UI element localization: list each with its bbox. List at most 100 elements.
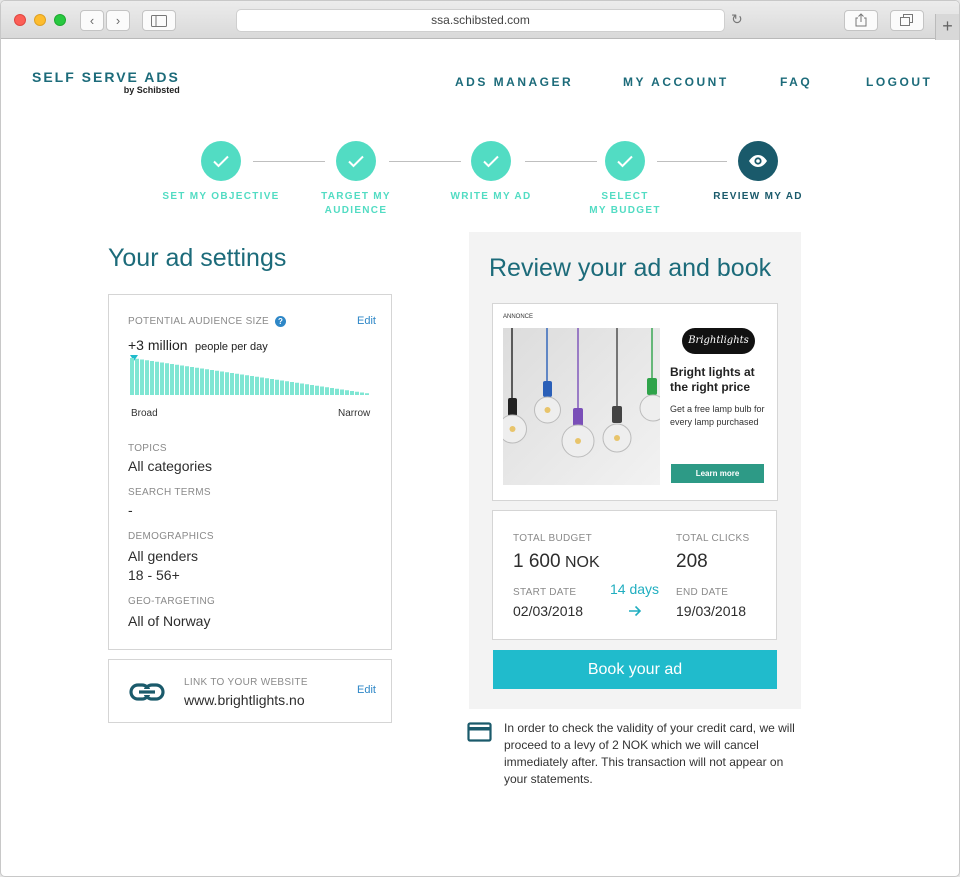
geo-targeting-value: All of Norway [128,613,211,629]
audience-bar [345,390,349,395]
step-4-button[interactable] [605,141,645,181]
audience-bar [280,380,284,395]
review-title: Review your ad and book [489,254,772,282]
start-date-label: START DATE [513,587,577,598]
zoom-window-button[interactable] [54,14,66,26]
close-window-button[interactable] [14,14,26,26]
audience-bar [220,371,224,395]
edit-website-link[interactable]: Edit [357,684,376,696]
audience-size-graph [130,355,369,395]
audience-bar [285,381,289,395]
address-bar[interactable]: ssa.schibsted.com [236,9,725,32]
brand-name: SELF SERVE ADS [32,69,180,85]
audience-bar [250,376,254,395]
audience-bar [190,367,194,395]
audience-bars [130,358,369,395]
link-icon [129,683,165,701]
nav-ads-manager[interactable]: ADS MANAGER [455,75,573,89]
check-icon [483,155,499,168]
website-link-value[interactable]: www.brightlights.no [184,692,305,708]
total-budget-label: TOTAL BUDGET [513,533,592,544]
step-5-button[interactable] [738,141,778,181]
audience-bar [160,362,164,395]
geo-targeting-label: GEO-TARGETING [128,596,216,607]
audience-bar [215,370,219,395]
step-3-button[interactable] [471,141,511,181]
tabs-overview-button[interactable] [890,10,924,31]
audience-bar [260,377,264,395]
ad-preview: ANNONCE Brightlights Bright lights at th… [492,303,778,501]
audience-bar [310,385,314,395]
nav-my-account[interactable]: MY ACCOUNT [623,75,729,89]
share-button[interactable] [844,10,878,31]
narrow-label: Narrow [338,408,371,419]
forward-button[interactable]: › [106,10,130,31]
audience-bar [265,378,269,395]
edit-audience-link[interactable]: Edit [357,315,376,327]
nav-logout[interactable]: LOGOUT [866,75,932,89]
chevron-right-icon: › [115,13,121,28]
settings-title: Your ad settings [108,244,287,272]
sidebar-toggle-button[interactable] [142,10,176,31]
step-5-label: REVIEW MY AD [713,191,803,202]
new-tab-button[interactable]: + [935,14,959,40]
audience-bar [145,360,149,395]
audience-bar [330,388,334,395]
audience-bar [270,379,274,395]
audience-bar [320,386,324,395]
audience-bar [175,364,179,395]
end-date-label: END DATE [676,587,729,598]
book-ad-button[interactable]: Book your ad [493,650,777,689]
audience-bar [185,366,189,395]
audience-bar [295,382,299,395]
audience-bar [305,384,309,395]
audience-bar [165,363,169,395]
step-1-label: SET MY OBJECTIVE [162,191,280,202]
nav-faq[interactable]: FAQ [780,75,812,89]
step-connector [253,161,325,162]
audience-bar [180,365,184,395]
help-icon[interactable]: ? [275,316,287,327]
brand-logo[interactable]: SELF SERVE ADS by Schibsted [32,69,180,95]
step-1-button[interactable] [201,141,241,181]
sidebar-icon [151,15,167,27]
end-date-value: 19/03/2018 [676,603,747,619]
reload-icon[interactable]: ↻ [731,11,743,28]
audience-bar [325,387,329,395]
total-clicks-value: 208 [676,551,708,572]
ad-logo: Brightlights [682,328,755,354]
topics-label: TOPICS [128,443,167,454]
step-2-button[interactable] [336,141,376,181]
demographics-gender: All genders [128,548,199,564]
audience-bar [275,379,279,395]
audience-bar [350,391,354,395]
audience-bar [205,369,209,395]
back-button[interactable]: ‹ [80,10,104,31]
duration-value: 14 days [610,581,660,597]
audience-bar [240,374,244,395]
minimize-window-button[interactable] [34,14,46,26]
ad-headline: Bright lights at the right price [670,365,755,394]
plus-icon: + [942,16,953,36]
audience-bar [360,392,364,395]
step-connector [525,161,597,162]
audience-bar [340,389,344,395]
audience-bar [365,393,369,395]
audience-bar [300,383,304,395]
credit-card-icon [467,722,492,742]
search-terms-label: SEARCH TERMS [128,487,211,498]
audience-bar [200,368,204,395]
audience-bar [195,367,199,395]
audience-bar [210,370,214,395]
audience-bar [245,375,249,395]
audience-size-value: +3 million people per day [128,337,268,353]
audience-bar [130,358,134,395]
ad-cta-button[interactable]: Learn more [671,464,764,483]
eye-icon [749,155,767,167]
audience-bar [150,361,154,395]
search-terms-value: - [128,502,133,518]
check-icon [213,155,229,168]
credit-card-notice: In order to check the validity of your c… [504,721,795,786]
check-icon [348,155,364,168]
audience-bar [230,373,234,395]
